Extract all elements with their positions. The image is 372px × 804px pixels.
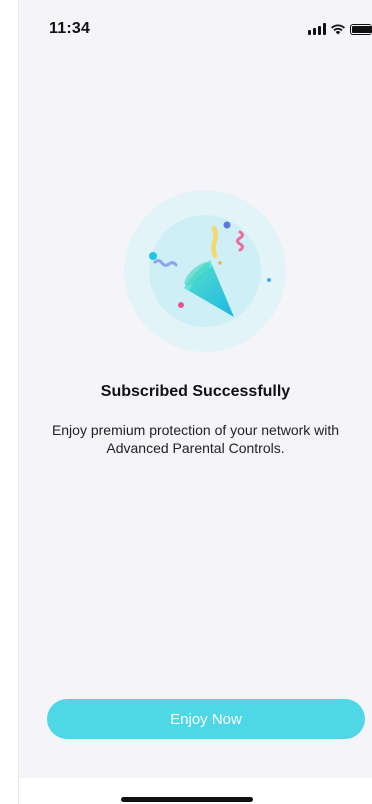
left-edge-strip [0, 0, 19, 804]
subscription-success-screen: 11:34 Subscribed Successfully Enjoy prem… [19, 0, 372, 804]
wifi-icon [331, 24, 345, 35]
phone-screen: 11:34 Subscribed Successfully Enjoy prem… [0, 0, 372, 804]
page-title: Subscribed Successfully [100, 383, 291, 400]
status-time: 11:34 [49, 20, 91, 37]
enjoy-now-button[interactable]: Enjoy Now [47, 699, 365, 739]
battery-icon [350, 23, 372, 35]
subscription-description: Enjoy premium protection of your network… [51, 422, 340, 456]
home-indicator[interactable] [121, 797, 253, 802]
party-popper-illustration [124, 190, 286, 352]
status-bar: 11:34 [19, 0, 372, 44]
cellular-signal-icon [308, 23, 326, 35]
status-icons [308, 22, 372, 36]
